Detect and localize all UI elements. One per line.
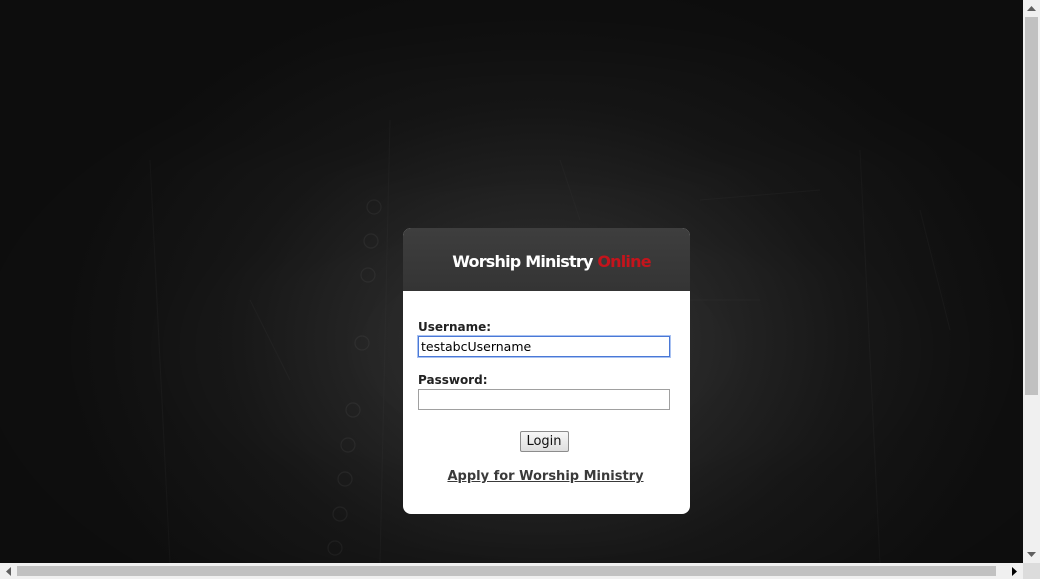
scrollbar-corner [1023,563,1040,579]
vertical-scrollbar[interactable] [1023,0,1040,563]
vertical-scrollbar-thumb[interactable] [1025,17,1038,395]
login-card-header: Worship Ministry Online [403,228,690,291]
login-form: Username: Password: Login Apply for Wors… [403,291,690,485]
scroll-up-arrow-icon[interactable] [1023,0,1040,17]
apply-link[interactable]: Apply for Worship Ministry [447,469,643,484]
site-logo: Worship Ministry Online [452,252,651,271]
password-label: Password: [418,373,488,387]
login-button[interactable]: Login [519,431,569,452]
page-background: Worship Ministry Online Username: Passwo… [0,0,1023,563]
logo-text: Worship Ministry [452,252,598,271]
username-input[interactable] [418,336,670,357]
logo-accent-text: Online [597,252,651,271]
scroll-down-arrow-icon[interactable] [1023,546,1040,563]
scroll-right-arrow-icon[interactable] [1006,563,1023,579]
horizontal-scrollbar[interactable] [0,563,1023,579]
horizontal-scrollbar-thumb[interactable] [17,566,996,576]
scroll-left-arrow-icon[interactable] [0,563,17,579]
password-input[interactable] [418,389,670,410]
username-label: Username: [418,320,492,334]
login-card: Worship Ministry Online Username: Passwo… [403,228,690,514]
